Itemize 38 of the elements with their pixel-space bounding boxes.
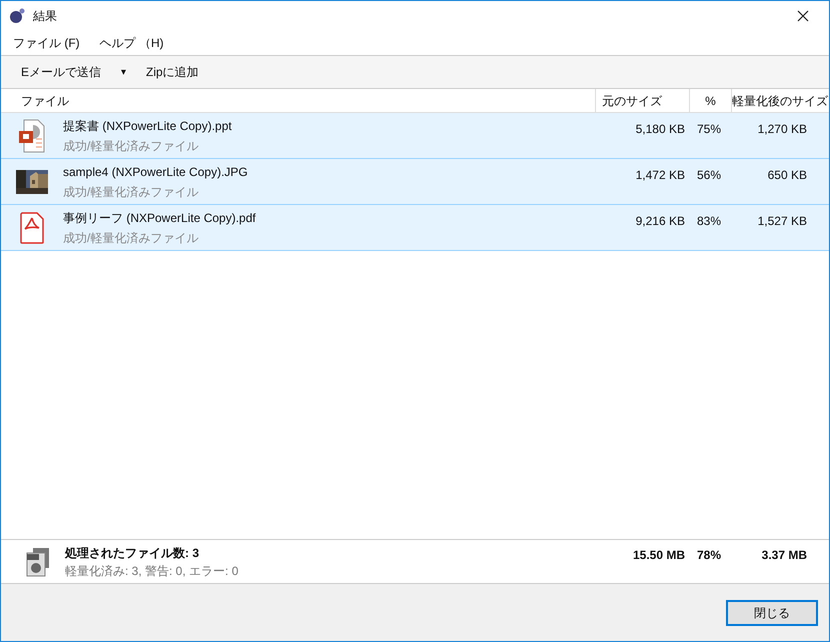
file-name: 事例リーフ (NXPowerLite Copy).pdf: [63, 210, 256, 226]
original-size: 1,472 KB: [636, 168, 685, 182]
close-button[interactable]: 閉じる: [726, 600, 818, 626]
window-title: 結果: [33, 8, 57, 25]
reduced-size: 650 KB: [768, 168, 807, 182]
column-header[interactable]: %: [689, 89, 731, 112]
add-to-zip-button[interactable]: Zipに追加: [138, 59, 207, 85]
app-icon: [9, 8, 25, 24]
reduction-percent: 83%: [696, 214, 721, 228]
column-header[interactable]: 元のサイズ: [595, 89, 689, 112]
file-status: 成功/軽量化済みファイル: [63, 184, 200, 200]
summary-detail: 軽量化済み: 3, 警告: 0, エラー: 0: [65, 562, 238, 580]
menu-item[interactable]: ヘルプ （H): [92, 34, 172, 52]
total-original-size: 15.50 MB: [632, 548, 685, 562]
file-row[interactable]: sample4 (NXPowerLite Copy).JPG 成功/軽量化済みファイル 1,472 KB 56% 650 KB: [1, 159, 829, 205]
file-row[interactable]: 提案書 (NXPowerLite Copy).ppt 成功/軽量化済みファイル 5,180 KB 75% 1,270 KB: [1, 113, 829, 159]
total-percent: 78%: [696, 548, 721, 562]
original-size: 9,216 KB: [636, 214, 685, 228]
menu-item[interactable]: ファイル (F): [5, 34, 88, 52]
reduction-percent: 75%: [696, 122, 721, 136]
pdf-file-icon: [19, 212, 45, 244]
reduced-size: 1,270 KB: [758, 122, 807, 136]
reduced-size: 1,527 KB: [758, 214, 807, 228]
total-after-size: 3.37 MB: [762, 548, 807, 562]
column-header[interactable]: ファイル: [1, 89, 595, 112]
original-size: 5,180 KB: [636, 122, 685, 136]
column-header[interactable]: 軽量化後のサイズ: [731, 89, 829, 112]
dropdown-arrow[interactable]: ▾: [117, 64, 130, 80]
file-status: 成功/軽量化済みファイル: [63, 230, 200, 246]
close-icon[interactable]: [797, 10, 809, 22]
file-name: 提案書 (NXPowerLite Copy).ppt: [63, 118, 232, 134]
processed-count: 処理されたファイル数: 3: [65, 544, 200, 562]
reduction-percent: 56%: [696, 168, 721, 182]
file-row[interactable]: 事例リーフ (NXPowerLite Copy).pdf 成功/軽量化済みファイル 9,216 KB 83% 1,527 KB: [1, 205, 829, 251]
presentation-file-icon: [18, 118, 46, 152]
file-status: 成功/軽量化済みファイル: [63, 138, 200, 154]
send-email-button[interactable]: Eメールで送信: [13, 59, 110, 85]
file-name: sample4 (NXPowerLite Copy).JPG: [63, 164, 248, 180]
